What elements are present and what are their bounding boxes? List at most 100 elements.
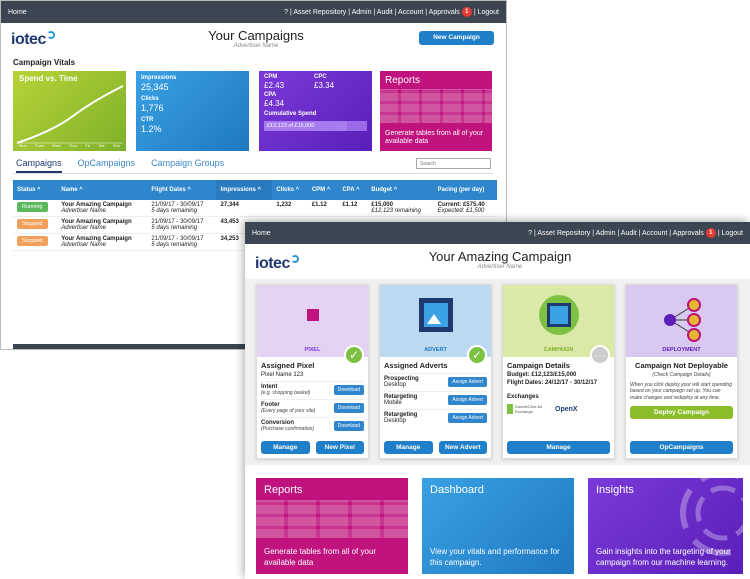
- opcampaigns-button[interactable]: OpCampaigns: [630, 441, 733, 454]
- page-title: Your Campaigns: [208, 28, 304, 43]
- reports-tile-title: Reports: [264, 484, 303, 496]
- openx-logo: OpenX: [555, 405, 578, 413]
- column-header[interactable]: Status ^: [13, 180, 58, 200]
- deploy-campaign-button[interactable]: Deploy Campaign: [630, 405, 733, 419]
- table-row[interactable]: Running Your Amazing Campaign Advertiser N…: [13, 200, 497, 217]
- deployment-desc: When you click deploy your will start sp…: [630, 382, 732, 401]
- logo[interactable]: iotec: [255, 255, 299, 273]
- reports-tile[interactable]: Reports Generate tables from all of your…: [256, 478, 408, 574]
- insights-tile[interactable]: Insights Gain insights into the targetin…: [588, 478, 743, 574]
- front-topbar: Home ? | Asset Repository | Admin | Audi…: [245, 222, 750, 244]
- advert-check-icon: ✓: [467, 345, 487, 365]
- campaign-budget: Budget: £12,123/£15,000: [507, 372, 577, 378]
- tab-opcampaigns[interactable]: OpCampaigns: [78, 158, 136, 173]
- logout-link[interactable]: | Logout: [718, 230, 743, 237]
- nav-links[interactable]: ? | Asset Repository | Admin | Audit | A…: [284, 9, 460, 16]
- status-badge[interactable]: Stopped: [17, 236, 48, 246]
- new-advert-button[interactable]: New Advert: [438, 441, 487, 454]
- ctr-value: 1.2%: [141, 124, 162, 135]
- top-links: ? | Asset Repository | Admin | Audit | A…: [284, 7, 499, 17]
- front-window: Home ? | Asset Repository | Admin | Audi…: [245, 222, 750, 579]
- pixel-item: Conversion (Purchase confirmation) Downloa…: [261, 417, 364, 432]
- clicks-cell: 1,232: [272, 200, 308, 217]
- days-remaining: 5 days remaining: [151, 208, 198, 214]
- page-subtitle: Advertiser Name: [233, 43, 279, 49]
- advertiser-name: Advertiser Name: [61, 242, 106, 248]
- cumulative-bar: £12,123 of £15,000: [264, 121, 367, 132]
- home-link[interactable]: Home: [8, 9, 27, 16]
- impressions-value: 25,345: [141, 82, 169, 93]
- cpm-value: £2.43: [264, 80, 285, 90]
- cpc-value: £3.34: [314, 80, 335, 90]
- days-remaining: 5 days remaining: [151, 225, 198, 231]
- tab-campaign-groups[interactable]: Campaign Groups: [151, 158, 224, 173]
- download-button[interactable]: Download: [333, 403, 364, 413]
- assign-advert-button[interactable]: Assign Advert: [448, 395, 487, 405]
- column-header[interactable]: Name ^: [57, 180, 148, 200]
- cumulative-label: Cumulative Spend: [264, 111, 317, 118]
- stats-tile[interactable]: Impressions 25,345 Clicks 1,776 CTR 1.2%: [136, 71, 249, 151]
- advert-manage-button[interactable]: Manage: [384, 441, 433, 454]
- new-pixel-button[interactable]: New Pixel: [315, 441, 364, 454]
- campaign-card: CAMPAIGN ··· Campaign Details Budget: £1…: [502, 284, 615, 459]
- campaign-flight: Flight Dates: 24/12/17 - 30/12/17: [507, 380, 598, 386]
- cpa-value: £4.34: [264, 98, 285, 108]
- column-header[interactable]: Flight Dates ^: [147, 180, 217, 200]
- column-header[interactable]: Budget ^: [367, 180, 434, 200]
- spend-days: Mon Tues Wed Thur Fri Sat Sun: [19, 143, 120, 148]
- logout-link[interactable]: | Logout: [474, 9, 499, 16]
- pixel-manage-button[interactable]: Manage: [261, 441, 310, 454]
- column-header[interactable]: Impressions ^: [216, 180, 273, 200]
- advert-item: Retargeting Desktop Assign Advert: [384, 409, 487, 424]
- cpa-label: CPA: [264, 92, 277, 99]
- pixel-item-sub: (e.g. shopping basket): [261, 390, 311, 396]
- campaign-image-icon: [539, 295, 579, 335]
- page-subtitle: Advertiser Name: [477, 264, 523, 270]
- assign-advert-button[interactable]: Assign Advert: [448, 377, 487, 387]
- home-link[interactable]: Home: [252, 230, 271, 237]
- status-badge[interactable]: Running: [17, 202, 48, 212]
- spend-vs-time-tile[interactable]: Spend vs. Time Mon Tues Wed Thur Fri Sat Sun: [13, 71, 126, 151]
- deployment-label: DEPLOYMENT: [662, 347, 701, 353]
- insights-tile-title: Insights: [596, 484, 634, 496]
- days-remaining: 5 days remaining: [151, 242, 198, 248]
- campaign-manage-button[interactable]: Manage: [507, 441, 610, 454]
- deployment-network-icon: [664, 298, 701, 342]
- advert-card: ADVERT ✓ Assigned Adverts Prospecting Des…: [379, 284, 492, 459]
- new-campaign-button[interactable]: New Campaign: [419, 31, 494, 45]
- dashboard-tile[interactable]: Dashboard View your vitals and performan…: [422, 478, 574, 574]
- status-badge[interactable]: Stopped: [17, 219, 48, 229]
- reports-title: Reports: [385, 75, 421, 86]
- advertiser-name: Advertiser Name: [61, 208, 106, 214]
- approvals-badge: 1: [461, 7, 472, 17]
- ctr-label: CTR: [141, 116, 154, 123]
- advert-item: Prospecting Desktop Assign Advert: [384, 373, 487, 388]
- pixel-item: Footer (Every page of your site) Download: [261, 399, 364, 414]
- impressions-label: Impressions: [141, 75, 177, 81]
- advertiser-name: Advertiser Name: [61, 225, 106, 231]
- deployment-card: DEPLOYMENT Campaign Not Deployable (Chec…: [625, 284, 738, 459]
- column-header[interactable]: Clicks ^: [272, 180, 308, 200]
- download-button[interactable]: Download: [333, 421, 364, 431]
- nav-links[interactable]: ? | Asset Repository | Admin | Audit | A…: [528, 230, 704, 237]
- column-header[interactable]: CPA ^: [338, 180, 368, 200]
- cpc-label: CPC: [314, 74, 327, 80]
- search-input[interactable]: [416, 158, 491, 169]
- budget-remaining: £12,123 remaining: [371, 208, 421, 214]
- assign-advert-button[interactable]: Assign Advert: [448, 413, 487, 423]
- exchanges-title: Exchanges: [507, 394, 539, 400]
- logo[interactable]: iotec: [11, 31, 55, 49]
- cost-tile[interactable]: CPM £2.43 CPC £3.34 CPA £4.34 Cumulative S…: [259, 71, 372, 151]
- reports-tile-desc: Generate tables from all of your availab…: [264, 547, 377, 567]
- pixel-name: Pixel Name 123: [261, 372, 304, 378]
- pixel-check-icon: ✓: [344, 345, 364, 365]
- reports-tile[interactable]: Reports Generate tables from all of your…: [380, 71, 492, 151]
- cpa-cell: £1.12: [338, 200, 368, 217]
- doubleclick-logo: DoubleClick Ad Exchange: [507, 404, 547, 414]
- download-button[interactable]: Download: [333, 385, 364, 395]
- column-header[interactable]: CPM ^: [307, 180, 339, 200]
- tab-campaigns[interactable]: Campaigns: [16, 158, 62, 173]
- pixel-item: Intent (e.g. shopping basket) Download: [261, 381, 364, 396]
- pacing-expected: Expected: £1,500: [437, 208, 485, 214]
- column-header[interactable]: Pacing (per day): [433, 180, 497, 200]
